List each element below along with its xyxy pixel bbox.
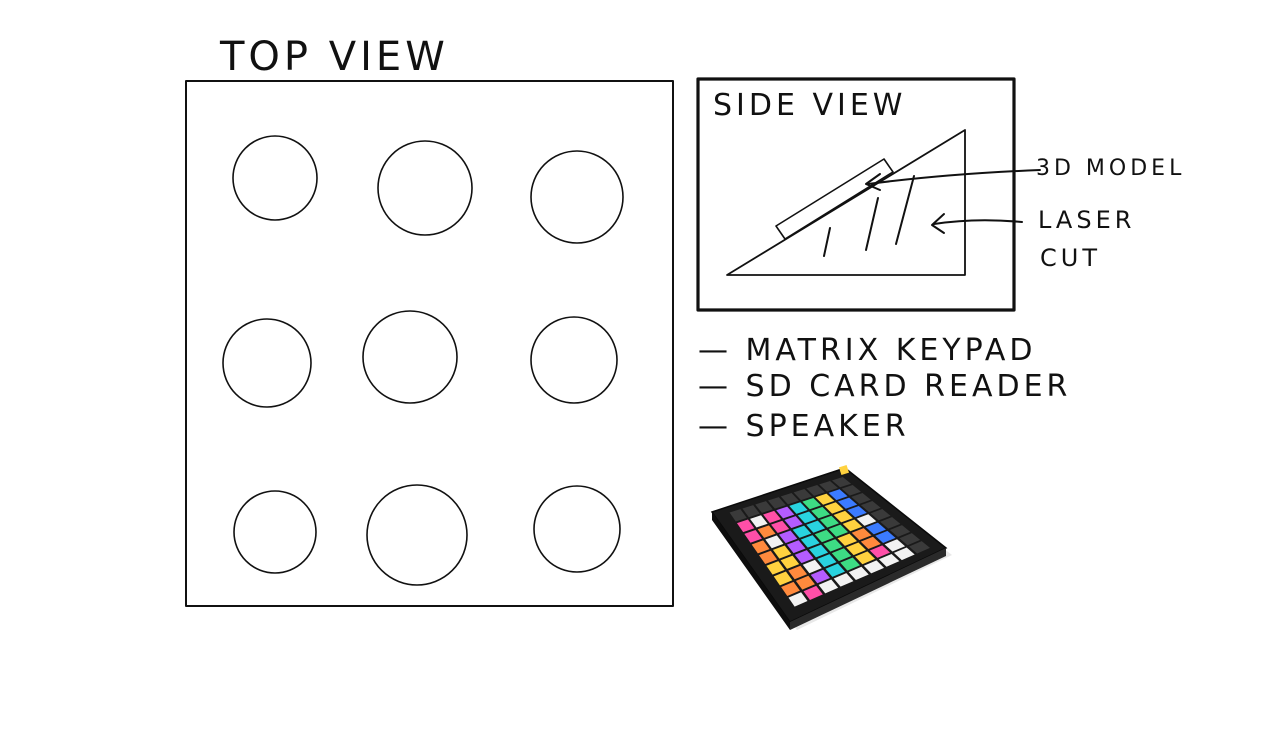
reference-photo-launchpad xyxy=(710,464,952,630)
laser-cut-wedge xyxy=(726,129,966,276)
grid-button-circle xyxy=(530,150,624,244)
grid-button-circle xyxy=(377,140,473,236)
3d-model-panel xyxy=(775,158,894,240)
laser-label-line2: CUT xyxy=(1040,244,1101,272)
top-view-button-grid xyxy=(222,135,624,586)
grid-button-circle xyxy=(366,484,468,586)
component-item: — SPEAKER xyxy=(698,409,910,444)
side-view-section: SIDE VIEW 3D MODEL LASER CUT xyxy=(696,77,1185,312)
laser-label-line1: LASER xyxy=(1038,206,1135,234)
laser-cut-leader-line xyxy=(933,219,1023,225)
grid-button-circle xyxy=(222,318,312,408)
laser-cut-hatch xyxy=(895,175,915,245)
laser-cut-hatch xyxy=(823,227,831,257)
component-item: — MATRIX KEYPAD xyxy=(698,333,1036,368)
side-view-title: SIDE VIEW xyxy=(713,88,906,123)
top-view-title: TOP VIEW xyxy=(219,34,449,80)
grid-button-circle xyxy=(233,490,317,574)
sketch-canvas: TOP VIEW SIDE VIEW 3D MODEL LASER CUT — … xyxy=(185,34,1185,630)
grid-button-circle xyxy=(530,316,618,404)
grid-button-circle xyxy=(362,310,458,404)
top-view-section: TOP VIEW xyxy=(185,34,674,607)
grid-button-circle xyxy=(533,485,621,573)
laser-cut-hatch xyxy=(865,197,879,251)
component-list: — MATRIX KEYPAD — SD CARD READER — SPEAK… xyxy=(698,333,1071,444)
3d-model-label: 3D MODEL xyxy=(1036,156,1185,181)
component-item: — SD CARD READER xyxy=(698,369,1071,404)
grid-button-circle xyxy=(232,135,318,221)
top-view-enclosure-outline xyxy=(185,80,674,607)
